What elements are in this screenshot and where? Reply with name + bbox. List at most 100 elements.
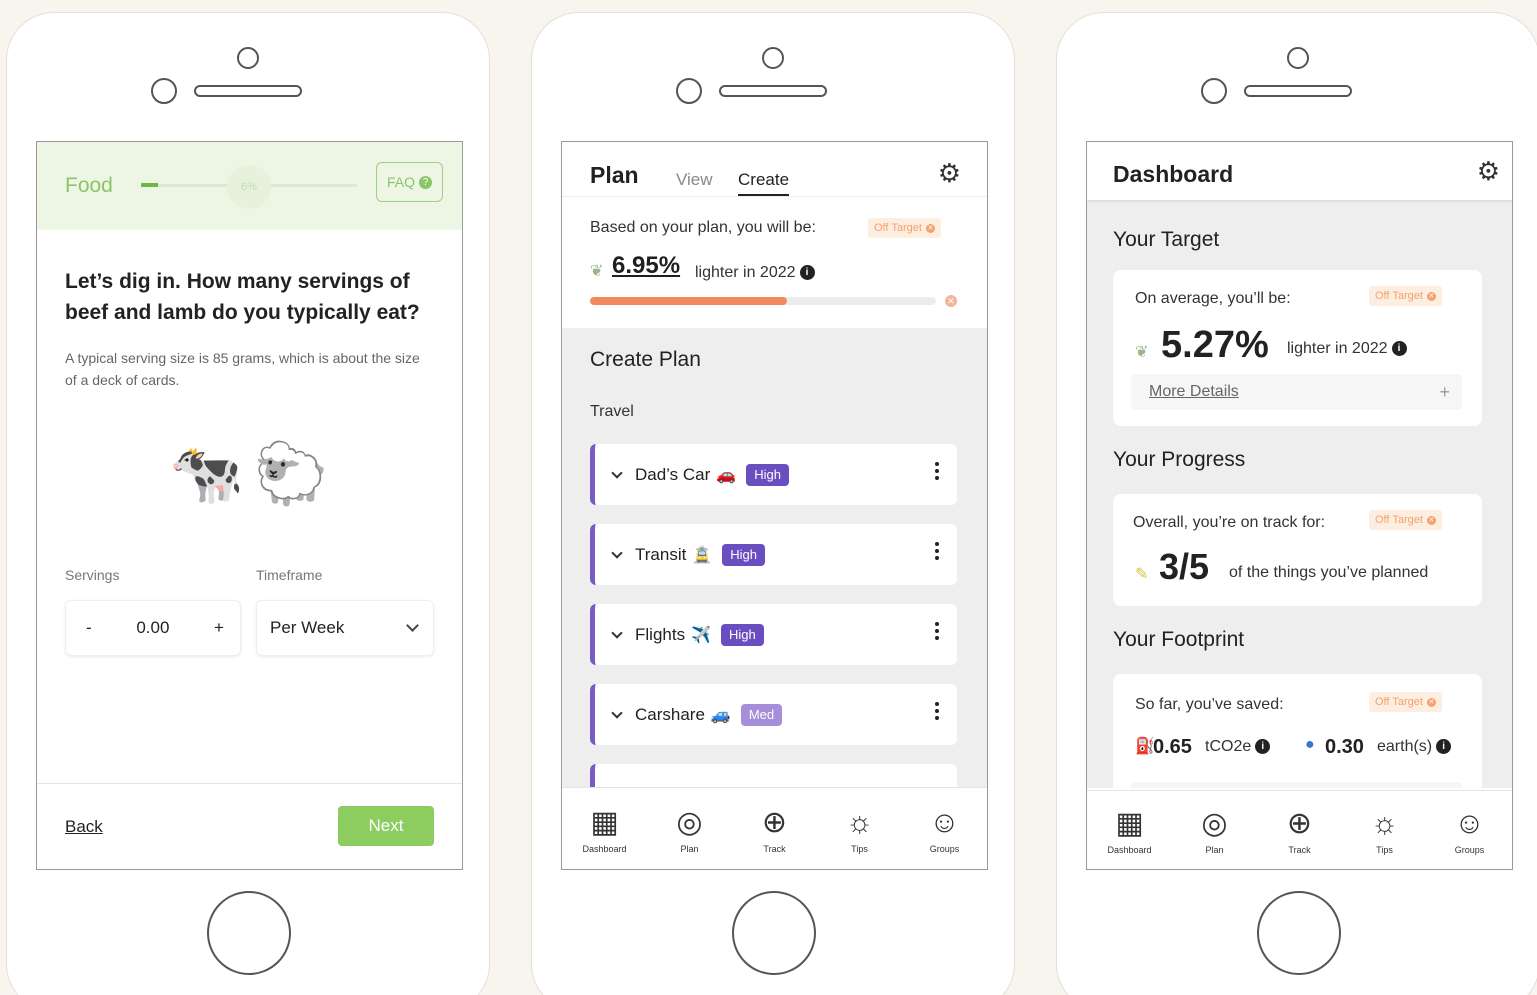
faq-button[interactable]: FAQ ? xyxy=(376,162,443,202)
close-circle-icon: ✕ xyxy=(925,223,935,233)
target-text: On average, you’ll be: xyxy=(1135,290,1291,307)
gear-icon[interactable]: ⚙ xyxy=(1477,156,1500,187)
close-circle-icon: ✕ xyxy=(1426,697,1436,707)
your-target-title: Your Target xyxy=(1113,228,1220,251)
close-circle-icon: ✕ xyxy=(1426,515,1436,525)
question-title: Let’s dig in. How many servings of beef … xyxy=(65,270,420,324)
nav-tips[interactable]: ☼ Tips xyxy=(817,788,902,869)
nav-label: Groups xyxy=(1454,844,1485,855)
front-camera xyxy=(762,47,784,69)
bottom-nav: ▦ Dashboard ◎ Plan ⊕ Track ☼ Tips ☺ Grou… xyxy=(1087,790,1512,869)
nav-groups[interactable]: ☺ Groups xyxy=(1427,791,1512,869)
home-button[interactable] xyxy=(1257,891,1341,975)
food-progress-fill xyxy=(141,183,158,187)
more-details-label: More Details xyxy=(1149,383,1239,400)
nav-plan[interactable]: ◎ Plan xyxy=(1172,791,1257,869)
tab-create[interactable]: Create xyxy=(738,170,790,196)
decrement-button[interactable]: - xyxy=(86,618,92,638)
food-footer: Back Next xyxy=(37,783,462,869)
servings-value[interactable]: 0.00 xyxy=(136,618,169,638)
info-icon[interactable]: i xyxy=(1391,341,1407,357)
your-footprint-title: Your Footprint xyxy=(1113,628,1245,651)
travel-item[interactable]: Carshare 🚙 Med xyxy=(590,684,957,745)
target-icon: ◎ xyxy=(676,805,703,839)
nav-dashboard[interactable]: ▦ Dashboard xyxy=(1087,791,1172,869)
info-icon[interactable]: i xyxy=(1436,739,1452,755)
sensor xyxy=(676,78,702,104)
off-target-label: Off Target xyxy=(874,222,922,234)
create-plan-section: Create Plan Travel Dad’s Car 🚗 High Tran… xyxy=(562,328,987,825)
close-circle-icon: ✕ xyxy=(1426,291,1436,301)
groups-icon: ☺ xyxy=(929,805,960,839)
travel-item-name: Flights xyxy=(635,624,686,644)
travel-item[interactable]: Flights ✈️ High xyxy=(590,604,957,665)
timeframe-value: Per Week xyxy=(270,618,345,637)
chevron-down-icon[interactable] xyxy=(611,546,623,559)
earth-unit: earth(s) xyxy=(1377,738,1433,755)
plan-percent[interactable]: 6.95% xyxy=(612,252,680,280)
fuel-icon: ⛽ xyxy=(1135,738,1155,755)
animal-illustration: 🐄 🐑 xyxy=(169,438,328,509)
nav-track[interactable]: ⊕ Track xyxy=(732,788,817,869)
food-header: Food 6% FAQ ? xyxy=(37,142,462,230)
target-lighter: lighter in 2022 i xyxy=(1287,340,1407,358)
info-icon[interactable]: i xyxy=(1255,739,1271,755)
nav-label: Tips xyxy=(1376,844,1393,855)
nav-label: Tips xyxy=(851,843,868,854)
nav-groups[interactable]: ☺ Groups xyxy=(902,788,987,869)
earth-value: 0.30 xyxy=(1325,736,1364,758)
chevron-down-icon[interactable] xyxy=(611,466,623,479)
phone-plan: Plan View Create ⚙ Based on your plan, y… xyxy=(531,12,1015,995)
leaf-icon: ❦ xyxy=(1135,344,1149,361)
target-icon: ◎ xyxy=(1201,806,1228,840)
more-options-icon[interactable] xyxy=(935,542,939,560)
back-link[interactable]: Back xyxy=(65,817,103,837)
increment-button[interactable]: + xyxy=(214,618,224,638)
speaker xyxy=(719,85,827,97)
nav-dashboard[interactable]: ▦ Dashboard xyxy=(562,788,647,869)
question-icon: ? xyxy=(419,175,432,189)
food-title: Food xyxy=(65,174,113,197)
close-circle-icon: ✕ xyxy=(945,295,957,307)
sensor xyxy=(151,78,177,104)
footprint-text: So far, you’ve saved: xyxy=(1135,696,1284,713)
nav-tips[interactable]: ☼ Tips xyxy=(1342,791,1427,869)
tram-icon: 🚊 xyxy=(692,546,713,564)
more-options-icon[interactable] xyxy=(935,622,939,640)
plus-circle-icon: ⊕ xyxy=(1286,806,1313,840)
chevron-down-icon[interactable] xyxy=(611,706,623,719)
nav-plan[interactable]: ◎ Plan xyxy=(647,788,732,869)
next-button[interactable]: Next xyxy=(338,806,434,846)
plan-header: Plan View Create ⚙ Based on your plan, y… xyxy=(562,142,987,328)
nav-label: Track xyxy=(763,843,786,854)
nav-label: Dashboard xyxy=(1107,844,1152,855)
more-options-icon[interactable] xyxy=(935,702,939,720)
home-button[interactable] xyxy=(732,891,816,975)
nav-track[interactable]: ⊕ Track xyxy=(1257,791,1342,869)
chevron-down-icon xyxy=(406,619,419,632)
page-title: Dashboard xyxy=(1113,161,1234,187)
more-options-icon[interactable] xyxy=(935,462,939,480)
divider xyxy=(562,196,987,197)
speaker xyxy=(194,85,302,97)
nav-label: Track xyxy=(1288,844,1311,855)
gear-icon[interactable]: ⚙ xyxy=(938,158,961,189)
home-button[interactable] xyxy=(207,891,291,975)
note-icon: ✎ xyxy=(1135,566,1149,583)
impact-badge: High xyxy=(721,623,764,646)
travel-item[interactable]: Dad’s Car 🚗 High xyxy=(590,444,957,505)
travel-item[interactable]: Transit 🚊 High xyxy=(590,524,957,585)
progress-value: 3/5 xyxy=(1159,546,1210,587)
timeframe-select[interactable]: Per Week xyxy=(256,600,434,656)
impact-badge: High xyxy=(722,543,765,566)
info-icon[interactable]: i xyxy=(799,265,815,281)
tab-view[interactable]: View xyxy=(676,170,713,190)
chevron-down-icon[interactable] xyxy=(611,626,623,639)
more-details-button[interactable] xyxy=(1131,782,1462,788)
progress-card: Overall, you’re on track for: Off Target… xyxy=(1113,494,1482,606)
more-details-button[interactable]: More Details + xyxy=(1131,374,1462,410)
groups-icon: ☺ xyxy=(1454,806,1485,840)
timeframe-label: Timeframe xyxy=(256,567,323,583)
dashboard-screen: Dashboard ⚙ Your Target On average, you’… xyxy=(1086,141,1513,870)
sensor xyxy=(1201,78,1227,104)
